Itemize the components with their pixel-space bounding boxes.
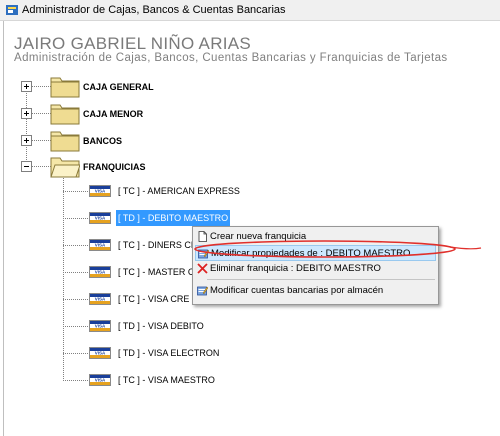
visa-card-icon: VISA [89,293,111,305]
folder-icon [50,77,80,98]
tree-connector [26,89,27,164]
visa-card-icon: VISA [89,374,111,386]
tree-leaf-american-express[interactable]: VISA [ TC ] - AMERICAN EXPRESS [63,183,263,199]
menu-item-modify-properties[interactable]: Modificar propiedades de : DEBITO MAESTR… [195,245,436,261]
menu-item-label: Modificar propiedades de : DEBITO MAESTR… [211,248,411,259]
svg-text:VISA: VISA [95,378,106,383]
visa-card-icon: VISA [89,347,111,359]
folder-icon [50,104,80,125]
tree-leaf-debito-maestro[interactable]: VISA [ TD ] - DEBITO MAESTRO [63,210,263,226]
tree-leaf-label: [ TC ] - VISA MAESTRO [118,375,215,385]
edit-icon [198,249,209,259]
tree-node-label: FRANQUICIAS [83,162,146,172]
expand-icon[interactable] [21,108,32,119]
menu-item-label: Modificar cuentas bancarias por almacén [210,285,384,296]
tree-node-label: BANCOS [83,136,123,146]
edit-icon [197,286,208,296]
tree-leaf-visa-debito[interactable]: VISA [ TD ] - VISA DEBITO [63,318,263,334]
expand-icon[interactable] [21,135,32,146]
tree-node-label: CAJA MENOR [83,109,144,119]
visa-card-icon: VISA [89,266,111,278]
delete-x-icon [197,263,208,274]
menu-separator [207,279,435,280]
svg-text:VISA: VISA [95,351,106,356]
menu-item-label: Eliminar franquicia : DEBITO MAESTRO [210,263,381,274]
collapse-icon[interactable] [21,161,32,172]
svg-text:VISA: VISA [95,297,106,302]
visa-card-icon: VISA [89,320,111,332]
tree-leaf-label: [ TC ] - MASTER C [118,267,195,277]
visa-card-icon: VISA [89,185,111,197]
visa-card-icon: VISA [89,212,111,224]
menu-item-modify-bank-accounts[interactable]: Modificar cuentas bancarias por almacén [195,283,436,299]
menu-item-create-franchise[interactable]: Crear nueva franquicia [195,229,436,245]
menu-item-delete-franchise[interactable]: Eliminar franquicia : DEBITO MAESTRO [195,261,436,277]
tree-leaf-label: [ TC ] - AMERICAN EXPRESS [118,186,240,196]
svg-text:VISA: VISA [95,189,106,194]
svg-text:VISA: VISA [95,324,106,329]
tree-leaf-label: [ TC ] - VISA CRE [118,294,190,304]
visa-card-icon: VISA [89,239,111,251]
accounts-tree: CAJA GENERAL CAJA MENOR BANCOS FRANQUICI… [0,0,500,436]
tree-leaf-visa-electron[interactable]: VISA [ TD ] - VISA ELECTRON [63,345,263,361]
folder-icon [50,131,80,152]
menu-item-label: Crear nueva franquicia [210,231,307,242]
svg-text:VISA: VISA [95,270,106,275]
svg-text:VISA: VISA [95,216,106,221]
tree-leaf-label: [ TD ] - VISA DEBITO [118,321,204,331]
tree-leaf-visa-maestro[interactable]: VISA [ TC ] - VISA MAESTRO [63,372,263,388]
tree-leaf-label: [ TC ] - DINERS CL [118,240,196,250]
open-folder-icon [50,157,80,178]
tree-leaf-label: [ TD ] - VISA ELECTRON [118,348,220,358]
app-window: Administrador de Cajas, Bancos & Cuentas… [0,0,500,436]
context-menu: Crear nueva franquicia Modificar propied… [192,226,439,305]
expand-icon[interactable] [21,81,32,92]
svg-text:VISA: VISA [95,243,106,248]
tree-leaf-label-selected: [ TD ] - DEBITO MAESTRO [116,210,231,226]
new-document-icon [198,231,207,242]
tree-node-label: CAJA GENERAL [83,82,154,92]
